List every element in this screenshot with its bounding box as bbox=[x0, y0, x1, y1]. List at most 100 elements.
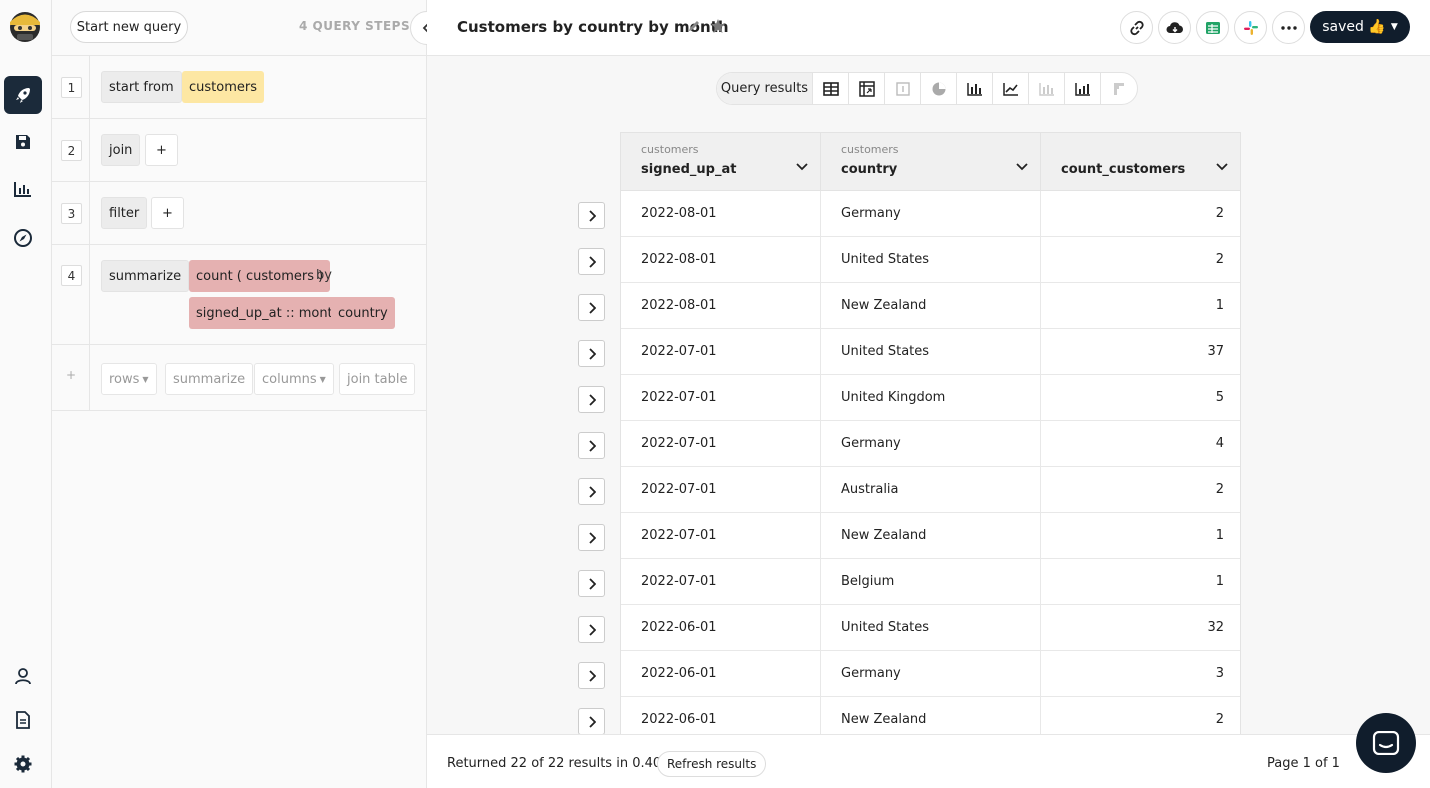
rows-dropdown[interactable]: rows ▼ bbox=[101, 363, 157, 395]
rocket-icon[interactable] bbox=[4, 76, 42, 114]
more-icon[interactable] bbox=[1272, 11, 1305, 44]
bar-icon[interactable] bbox=[957, 73, 993, 104]
query-results-tab[interactable]: Query results bbox=[717, 73, 813, 104]
table-icon[interactable] bbox=[813, 73, 849, 104]
start-from-keyword[interactable]: start from bbox=[101, 71, 182, 103]
star-icon[interactable] bbox=[710, 18, 726, 38]
results-area: Query results customers signed_up_at cus… bbox=[427, 56, 1430, 734]
chevron-right-icon bbox=[588, 255, 596, 268]
row-expand-button[interactable] bbox=[578, 524, 605, 551]
table-row[interactable]: 2022-06-01 New Zealand 2 bbox=[621, 697, 1240, 734]
table-cell: 2022-08-01 bbox=[621, 191, 821, 236]
logo[interactable] bbox=[5, 5, 45, 45]
add-step-plus[interactable]: + bbox=[66, 368, 76, 382]
table-row[interactable]: 2022-07-01 United States 37 bbox=[621, 329, 1240, 375]
add-step-row: + rows ▼ summarize columns ▼ join table bbox=[52, 345, 426, 411]
column-name: signed_up_at bbox=[641, 162, 737, 177]
link-icon[interactable] bbox=[1120, 11, 1153, 44]
row-expand-button[interactable] bbox=[578, 202, 605, 229]
row-expand-button[interactable] bbox=[578, 432, 605, 459]
table-cell: 2022-06-01 bbox=[621, 651, 821, 696]
chevron-right-icon bbox=[588, 485, 596, 498]
chevron-down-icon[interactable] bbox=[1216, 163, 1228, 171]
document-icon[interactable] bbox=[4, 701, 42, 739]
step-number: 2 bbox=[61, 140, 82, 161]
table-row[interactable]: 2022-07-01 Germany 4 bbox=[621, 421, 1240, 467]
slack-icon[interactable] bbox=[1234, 11, 1267, 44]
row-expand-button[interactable] bbox=[578, 294, 605, 321]
table-cell: United Kingdom bbox=[821, 375, 1041, 420]
chevron-down-icon[interactable] bbox=[1016, 163, 1028, 171]
table-cell: Germany bbox=[821, 191, 1041, 236]
row-expand-button[interactable] bbox=[578, 478, 605, 505]
table-cell: 2022-07-01 bbox=[621, 329, 821, 374]
pivot-icon[interactable] bbox=[849, 73, 885, 104]
user-icon[interactable] bbox=[4, 657, 42, 695]
google-sheets-icon[interactable] bbox=[1196, 11, 1229, 44]
table-cell: 2022-07-01 bbox=[621, 467, 821, 512]
stacked-bar-icon[interactable] bbox=[1029, 73, 1065, 104]
refresh-results-button[interactable]: Refresh results bbox=[657, 751, 767, 777]
table-row[interactable]: 2022-07-01 United Kingdom 5 bbox=[621, 375, 1240, 421]
summarize-keyword[interactable]: summarize bbox=[101, 260, 190, 292]
gear-icon[interactable] bbox=[4, 745, 42, 783]
query-step-2: 2 join + bbox=[52, 119, 426, 182]
table-cell: 4 bbox=[1215, 436, 1224, 451]
table-row[interactable]: 2022-06-01 Germany 3 bbox=[621, 651, 1240, 697]
table-row[interactable]: 2022-07-01 Australia 2 bbox=[621, 467, 1240, 513]
chart-icon[interactable] bbox=[4, 170, 42, 208]
table-cell: United States bbox=[821, 237, 1041, 282]
row-expand-button[interactable] bbox=[578, 248, 605, 275]
table-row[interactable]: 2022-07-01 Belgium 1 bbox=[621, 559, 1240, 605]
visualization-switcher: Query results bbox=[716, 72, 1138, 105]
compass-icon[interactable] bbox=[4, 219, 42, 257]
table-row[interactable]: 2022-08-01 Germany 2 bbox=[621, 191, 1240, 237]
table-cell: Australia bbox=[821, 467, 1041, 512]
sidebar-toolbar: Start new query 4 QUERY STEPS bbox=[52, 0, 444, 56]
start-new-query-button[interactable]: Start new query bbox=[70, 11, 188, 43]
table-cell: 1 bbox=[1215, 574, 1224, 589]
row-expand-button[interactable] bbox=[578, 616, 605, 643]
row-expand-button[interactable] bbox=[578, 662, 605, 689]
table-row[interactable]: 2022-06-01 United States 32 bbox=[621, 605, 1240, 651]
column-header-country[interactable]: customers country bbox=[821, 133, 1041, 190]
join-table-action[interactable]: join table bbox=[339, 363, 416, 395]
pie-icon[interactable] bbox=[921, 73, 957, 104]
line-icon[interactable] bbox=[993, 73, 1029, 104]
cloud-download-icon[interactable] bbox=[1158, 11, 1191, 44]
chevron-down-icon[interactable] bbox=[796, 163, 808, 171]
table-row[interactable]: 2022-08-01 United States 2 bbox=[621, 237, 1240, 283]
row-expand-button[interactable] bbox=[578, 386, 605, 413]
column-header-signed-up-at[interactable]: customers signed_up_at bbox=[621, 133, 821, 190]
filter-keyword[interactable]: filter bbox=[101, 197, 148, 229]
table-cell: 1 bbox=[1215, 528, 1224, 543]
summarize-action[interactable]: summarize bbox=[165, 363, 254, 395]
table-cell: New Zealand bbox=[821, 513, 1041, 558]
add-join-button[interactable]: + bbox=[145, 134, 178, 166]
group-by-chip[interactable]: signed_up_at :: month bbox=[189, 297, 348, 329]
row-expand-button[interactable] bbox=[578, 340, 605, 367]
add-filter-button[interactable]: + bbox=[151, 197, 184, 229]
scatter-icon[interactable] bbox=[1065, 73, 1101, 104]
table-row[interactable]: 2022-08-01 New Zealand 1 bbox=[621, 283, 1240, 329]
by-label: by bbox=[316, 268, 332, 283]
table-cell: 2022-07-01 bbox=[621, 559, 821, 604]
row-expand-button[interactable] bbox=[578, 570, 605, 597]
columns-dropdown[interactable]: columns ▼ bbox=[254, 363, 334, 395]
saved-status-button[interactable]: saved 👍 ▼ bbox=[1310, 11, 1410, 43]
row-expand-button[interactable] bbox=[578, 708, 605, 734]
number-icon[interactable] bbox=[885, 73, 921, 104]
source-table-chip[interactable]: customers bbox=[182, 71, 264, 103]
query-step-3: 3 filter + bbox=[52, 182, 426, 245]
table-body: 2022-08-01 Germany 2 2022-08-01 United State… bbox=[621, 191, 1240, 734]
table-row[interactable]: 2022-07-01 New Zealand 1 bbox=[621, 513, 1240, 559]
pencil-icon[interactable] bbox=[687, 19, 701, 37]
column-header-count-customers[interactable]: count_customers bbox=[1041, 133, 1240, 190]
chat-widget-button[interactable] bbox=[1356, 713, 1416, 773]
funnel-icon[interactable] bbox=[1101, 73, 1137, 104]
save-icon[interactable] bbox=[4, 123, 42, 161]
aggregate-chip[interactable]: count ( customers ) bbox=[189, 260, 331, 292]
join-keyword[interactable]: join bbox=[101, 134, 141, 166]
group-by-chip[interactable]: country bbox=[331, 297, 395, 329]
table-cell: United States bbox=[821, 329, 1041, 374]
